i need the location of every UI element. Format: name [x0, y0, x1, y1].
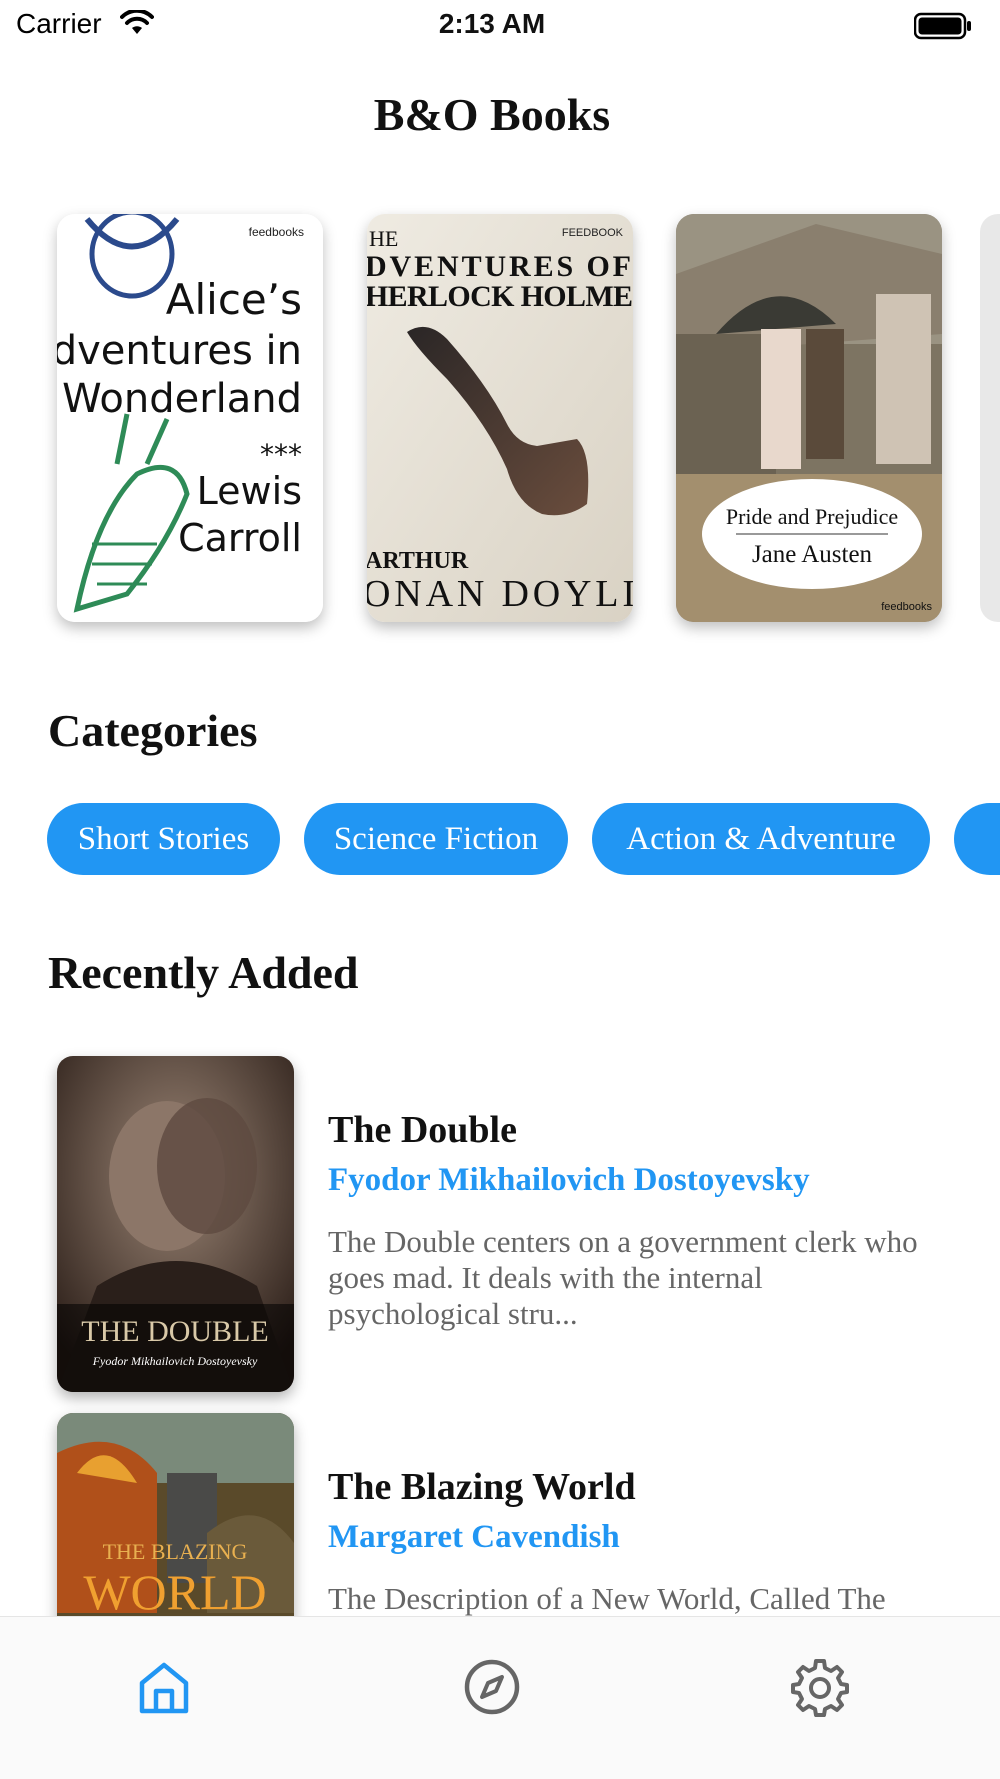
svg-text:Jane Austen: Jane Austen — [752, 541, 873, 568]
svg-text:Alice’s: Alice’s — [166, 275, 302, 324]
tab-explore[interactable] — [462, 1657, 522, 1717]
book-cover-pride: Pride and Prejudice Jane Austen feedbook… — [676, 214, 942, 622]
battery-icon — [913, 12, 972, 45]
tab-settings[interactable] — [790, 1657, 850, 1717]
svg-text:Fyodor Mikhailovich Dostoyevsk: Fyodor Mikhailovich Dostoyevsky — [92, 1354, 258, 1368]
featured-book-card-sherlock[interactable]: FEEDBOOK HE DVENTURES OF HERLOCK HOLME A… — [367, 214, 633, 622]
svg-text:HERLOCK HOLME: HERLOCK HOLME — [367, 280, 633, 313]
svg-text:DVENTURES OF: DVENTURES OF — [367, 250, 631, 283]
category-chip-action-adventure[interactable]: Action & Adventure — [592, 803, 930, 875]
svg-text:Lewis: Lewis — [197, 469, 302, 513]
categories-list[interactable]: Short Stories Science Fiction Action & A… — [0, 803, 1000, 875]
book-title: The Double — [328, 1109, 517, 1151]
svg-text:FEEDBOOK: FEEDBOOK — [562, 227, 624, 239]
book-description: The Description of a New World, Called T… — [328, 1581, 886, 1616]
category-chip-science-fiction[interactable]: Science Fiction — [304, 803, 568, 875]
gear-icon — [791, 1659, 849, 1717]
svg-text:WORLD: WORLD — [83, 1564, 266, 1620]
featured-book-card-peek[interactable] — [980, 214, 1000, 622]
featured-carousel[interactable]: feedbooks Alice’s Adventures in Wonderla… — [0, 214, 1000, 624]
category-chip-more[interactable] — [954, 803, 1000, 875]
status-bar: Carrier 2:13 AM — [0, 0, 1000, 50]
book-description: The Double centers on a government clerk… — [328, 1224, 918, 1331]
book-cover-alice: feedbooks Alice’s Adventures in Wonderla… — [57, 214, 323, 622]
category-chip-short-stories[interactable]: Short Stories — [47, 803, 280, 875]
book-cover-sherlock: FEEDBOOK HE DVENTURES OF HERLOCK HOLME A… — [367, 214, 633, 622]
tab-home[interactable] — [134, 1657, 194, 1717]
svg-text:feedbooks: feedbooks — [881, 601, 932, 613]
svg-text:Wonderland: Wonderland — [62, 376, 302, 422]
svg-text:THE DOUBLE: THE DOUBLE — [81, 1315, 268, 1348]
recently-added-heading: Recently Added — [48, 947, 359, 998]
svg-text:Carroll: Carroll — [178, 516, 302, 560]
book-title: The Blazing World — [328, 1466, 636, 1508]
featured-book-card-alice[interactable]: feedbooks Alice’s Adventures in Wonderla… — [57, 214, 323, 622]
status-time: 2:13 AM — [438, 8, 546, 39]
svg-text:ARTHUR: ARTHUR — [367, 548, 469, 574]
svg-text:Pride and Prejudice: Pride and Prejudice — [726, 504, 898, 529]
svg-text:Adventures in: Adventures in — [57, 328, 302, 374]
svg-text:***: *** — [260, 438, 302, 471]
tab-bar — [0, 1616, 1000, 1779]
compass-icon — [464, 1659, 520, 1715]
book-cover-the-double: THE DOUBLE Fyodor Mikhailovich Dostoyevs… — [57, 1056, 294, 1392]
categories-heading: Categories — [48, 705, 258, 756]
book-author: Margaret Cavendish — [328, 1519, 620, 1555]
svg-text:THE BLAZING: THE BLAZING — [103, 1539, 248, 1564]
list-item[interactable]: THE DOUBLE Fyodor Mikhailovich Dostoyevs… — [0, 1056, 1000, 1396]
featured-book-card-pride[interactable]: Pride and Prejudice Jane Austen feedbook… — [676, 214, 942, 622]
book-author: Fyodor Mikhailovich Dostoyevsky — [328, 1162, 810, 1198]
page-title: B&O Books — [373, 89, 611, 140]
publisher-logo: feedbooks — [249, 225, 304, 239]
svg-text:HE: HE — [369, 226, 398, 251]
home-icon — [139, 1662, 189, 1714]
